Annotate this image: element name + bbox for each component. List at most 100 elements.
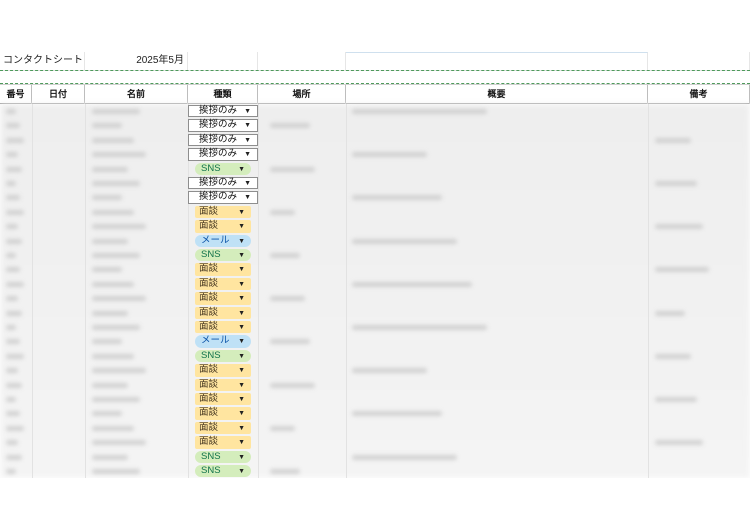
contact-type-dropdown[interactable]: 面談 ▼: [195, 321, 251, 334]
contact-type-dropdown[interactable]: 挨拶のみ ▼: [188, 177, 258, 190]
dropdown-arrow-icon[interactable]: ▼: [238, 208, 245, 219]
table-row[interactable]: 挨拶のみ ▼: [0, 176, 750, 190]
header-name[interactable]: 名前: [85, 85, 188, 104]
dropdown-arrow-icon[interactable]: ▼: [238, 323, 245, 334]
contact-type-dropdown[interactable]: 面談 ▼: [195, 364, 251, 377]
header-notes[interactable]: 備考: [648, 85, 750, 104]
table-row[interactable]: 挨拶のみ ▼: [0, 147, 750, 161]
table-row[interactable]: 挨拶のみ ▼: [0, 190, 750, 204]
contact-type-dropdown[interactable]: 面談 ▼: [195, 421, 251, 435]
table-row[interactable]: SNS ▼: [0, 450, 750, 464]
dropdown-arrow-icon[interactable]: ▼: [238, 309, 245, 320]
sheet-month[interactable]: 2025年5月: [85, 52, 188, 70]
contact-type-label: 面談: [199, 277, 219, 289]
empty-cell[interactable]: [258, 52, 346, 70]
table-row[interactable]: 面談 ▼: [0, 320, 750, 334]
sheet-title[interactable]: コンタクトシート: [0, 52, 85, 70]
dropdown-arrow-icon[interactable]: ▼: [238, 366, 245, 377]
redacted-text: [6, 296, 18, 302]
contact-type-dropdown[interactable]: 面談 ▼: [195, 277, 251, 291]
contact-type-dropdown[interactable]: SNS ▼: [195, 249, 251, 262]
table-row[interactable]: 挨拶のみ ▼: [0, 118, 750, 132]
table-row[interactable]: 面談 ▼: [0, 435, 750, 449]
contact-type-dropdown[interactable]: SNS ▼: [195, 450, 251, 464]
dropdown-arrow-icon[interactable]: ▼: [244, 150, 251, 161]
header-place[interactable]: 場所: [258, 85, 346, 104]
header-date[interactable]: 日付: [32, 85, 85, 104]
empty-cell[interactable]: [346, 52, 648, 70]
redacted-text: [352, 281, 472, 287]
contact-type-dropdown[interactable]: 面談 ▼: [195, 436, 251, 449]
dropdown-arrow-icon[interactable]: ▼: [238, 395, 245, 406]
redacted-text: [655, 181, 697, 186]
table-row[interactable]: メール ▼: [0, 334, 750, 348]
dropdown-arrow-icon[interactable]: ▼: [238, 352, 245, 363]
contact-type-dropdown[interactable]: SNS ▼: [195, 349, 251, 363]
dropdown-arrow-icon[interactable]: ▼: [238, 280, 245, 291]
table-row[interactable]: 面談 ▼: [0, 378, 750, 392]
table-row[interactable]: 面談 ▼: [0, 291, 750, 305]
table-row[interactable]: SNS ▼: [0, 248, 750, 262]
empty-cell[interactable]: [188, 52, 258, 70]
table-row[interactable]: 挨拶のみ ▼: [0, 104, 750, 118]
contact-type-dropdown[interactable]: 挨拶のみ ▼: [188, 119, 258, 132]
dropdown-arrow-icon[interactable]: ▼: [238, 165, 245, 176]
dropdown-arrow-icon[interactable]: ▼: [238, 438, 245, 449]
dropdown-arrow-icon[interactable]: ▼: [238, 467, 245, 478]
dropdown-arrow-icon[interactable]: ▼: [244, 121, 251, 132]
contact-type-dropdown[interactable]: メール ▼: [195, 234, 251, 248]
table-row[interactable]: SNS ▼: [0, 464, 750, 478]
table-row[interactable]: メール ▼: [0, 234, 750, 248]
contact-type-dropdown[interactable]: 面談 ▼: [195, 306, 251, 320]
table-row[interactable]: 面談 ▼: [0, 306, 750, 320]
contact-type-dropdown[interactable]: 面談 ▼: [195, 407, 251, 420]
header-type[interactable]: 種類: [188, 85, 258, 104]
contact-type-dropdown[interactable]: 面談 ▼: [195, 393, 251, 406]
contact-type-dropdown[interactable]: 挨拶のみ ▼: [188, 191, 258, 204]
table-row[interactable]: 面談 ▼: [0, 363, 750, 377]
dropdown-arrow-icon[interactable]: ▼: [244, 179, 251, 190]
contact-type-label: メール: [201, 335, 230, 347]
empty-cell[interactable]: [648, 52, 750, 70]
table-row[interactable]: 面談 ▼: [0, 406, 750, 420]
dropdown-arrow-icon[interactable]: ▼: [238, 237, 245, 248]
dropdown-arrow-icon[interactable]: ▼: [238, 265, 245, 276]
dropdown-arrow-icon[interactable]: ▼: [244, 136, 251, 147]
dropdown-arrow-icon[interactable]: ▼: [238, 222, 245, 233]
table-row[interactable]: 挨拶のみ ▼: [0, 133, 750, 147]
dropdown-arrow-icon[interactable]: ▼: [238, 424, 245, 435]
table-row[interactable]: 面談 ▼: [0, 277, 750, 291]
dropdown-arrow-icon[interactable]: ▼: [238, 453, 245, 464]
dropdown-arrow-icon[interactable]: ▼: [238, 337, 245, 348]
table-row[interactable]: 面談 ▼: [0, 392, 750, 406]
redacted-text: [6, 267, 20, 273]
table-row[interactable]: 面談 ▼: [0, 421, 750, 435]
header-number[interactable]: 番号: [0, 85, 32, 104]
table-row[interactable]: 面談 ▼: [0, 262, 750, 276]
dropdown-arrow-icon[interactable]: ▼: [244, 107, 251, 118]
contact-type-dropdown[interactable]: メール ▼: [195, 335, 251, 348]
contact-type-dropdown[interactable]: 挨拶のみ ▼: [188, 133, 258, 147]
redacted-text: [92, 469, 140, 474]
redacted-text: [92, 109, 140, 114]
dropdown-arrow-icon[interactable]: ▼: [238, 409, 245, 420]
contact-type-dropdown[interactable]: 面談 ▼: [195, 292, 251, 305]
table-row[interactable]: SNS ▼: [0, 162, 750, 176]
dropdown-arrow-icon[interactable]: ▼: [238, 294, 245, 305]
table-row[interactable]: 面談 ▼: [0, 219, 750, 233]
table-row[interactable]: SNS ▼: [0, 349, 750, 363]
contact-type-dropdown[interactable]: 面談 ▼: [195, 220, 251, 233]
contact-type-dropdown[interactable]: 面談 ▼: [195, 378, 251, 392]
contact-type-dropdown[interactable]: 挨拶のみ ▼: [188, 148, 258, 161]
redacted-text: [6, 238, 22, 244]
contact-type-dropdown[interactable]: SNS ▼: [195, 162, 251, 176]
contact-type-dropdown[interactable]: SNS ▼: [195, 465, 251, 478]
header-summary[interactable]: 概要: [346, 85, 648, 104]
dropdown-arrow-icon[interactable]: ▼: [244, 193, 251, 204]
dropdown-arrow-icon[interactable]: ▼: [238, 381, 245, 392]
dropdown-arrow-icon[interactable]: ▼: [238, 251, 245, 262]
contact-type-dropdown[interactable]: 面談 ▼: [195, 205, 251, 219]
table-row[interactable]: 面談 ▼: [0, 205, 750, 219]
contact-type-dropdown[interactable]: 面談 ▼: [195, 263, 251, 276]
contact-type-dropdown[interactable]: 挨拶のみ ▼: [188, 105, 258, 118]
